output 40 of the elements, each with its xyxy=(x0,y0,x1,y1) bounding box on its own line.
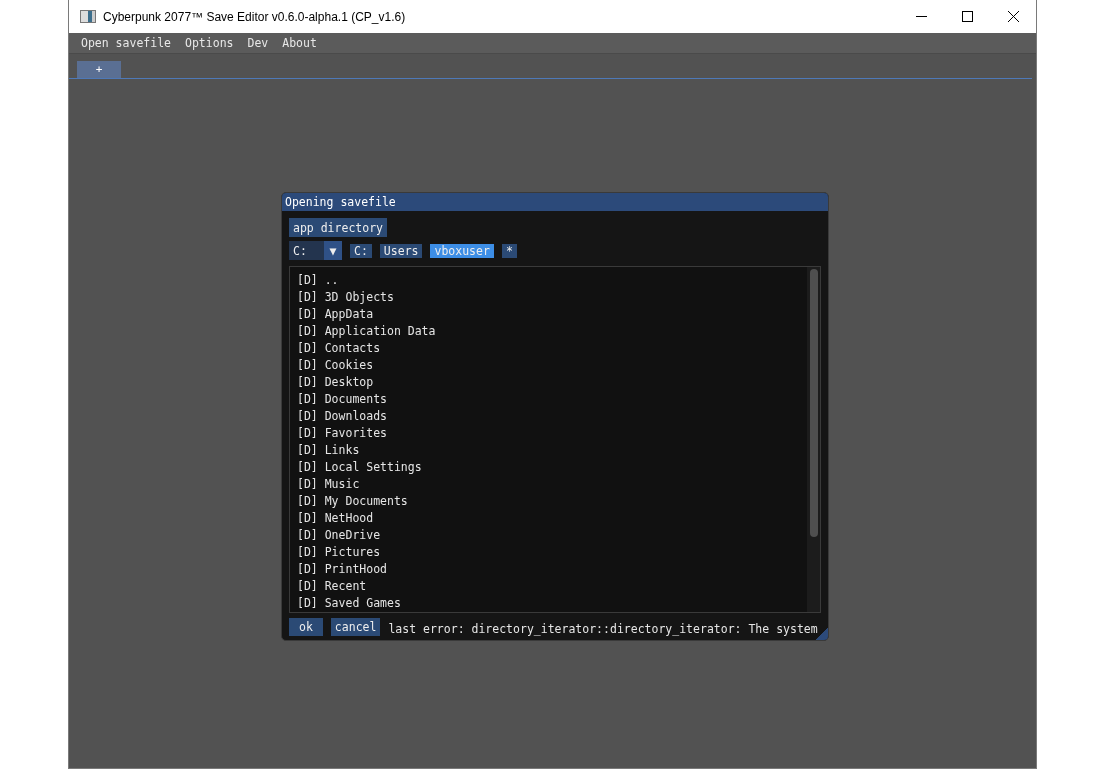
status-text: last error: directory_iterator::directory_iterator: The system xyxy=(388,622,818,636)
dialog-title: Opening savefile xyxy=(282,193,828,211)
directory-entry[interactable]: [D] NetHood xyxy=(297,510,807,527)
directory-entry[interactable]: [D] Recent xyxy=(297,578,807,595)
cancel-button[interactable]: cancel xyxy=(330,618,381,636)
directory-entry[interactable]: [D] Contacts xyxy=(297,340,807,357)
directory-entry[interactable]: [D] AppData xyxy=(297,306,807,323)
directory-entry[interactable]: [D] Documents xyxy=(297,391,807,408)
directory-entry[interactable]: [D] Cookies xyxy=(297,357,807,374)
directory-entry[interactable]: [D] Desktop xyxy=(297,374,807,391)
app-directory-button[interactable]: app directory xyxy=(289,218,387,237)
menu-item[interactable]: Options xyxy=(178,36,241,50)
directory-entry[interactable]: [D] Favorites xyxy=(297,425,807,442)
path-button[interactable]: C: xyxy=(350,243,372,258)
directory-entry[interactable]: [D] Application Data xyxy=(297,323,807,340)
path-button[interactable]: * xyxy=(501,243,517,258)
drive-dropdown[interactable]: C: ▼ xyxy=(289,241,342,260)
menu-item[interactable]: Open savefile xyxy=(74,36,178,50)
directory-entry[interactable]: [D] Pictures xyxy=(297,544,807,561)
directory-entry[interactable]: [D] Saved Games xyxy=(297,595,807,612)
path-button[interactable]: Users xyxy=(379,243,423,258)
scroll-thumb[interactable] xyxy=(809,269,818,537)
tab[interactable]: + xyxy=(77,61,121,78)
maximize-icon[interactable] xyxy=(961,11,973,22)
directory-entry[interactable]: [D] Links xyxy=(297,442,807,459)
scrollbar[interactable] xyxy=(807,267,820,612)
ok-button[interactable]: ok xyxy=(289,618,323,636)
close-icon[interactable] xyxy=(1007,11,1019,22)
menu-item[interactable]: Dev xyxy=(240,36,276,50)
directory-entry[interactable]: [D] .. xyxy=(297,272,807,289)
directory-entry[interactable]: [D] Downloads xyxy=(297,408,807,425)
menu-item[interactable]: About xyxy=(275,36,324,50)
directory-entry[interactable]: [D] Music xyxy=(297,476,807,493)
directory-entry[interactable]: [D] PrintHood xyxy=(297,561,807,578)
directory-entry[interactable]: [D] My Documents xyxy=(297,493,807,510)
app-icon xyxy=(80,10,96,23)
directory-entry[interactable]: [D] Local Settings xyxy=(297,459,807,476)
directory-entry[interactable]: [D] OneDrive xyxy=(297,527,807,544)
window-title: Cyberpunk 2077™ Save Editor v0.6.0-alpha.1 (CP_v1.6) xyxy=(103,9,407,24)
directory-entry[interactable]: [D] 3D Objects xyxy=(297,289,807,306)
